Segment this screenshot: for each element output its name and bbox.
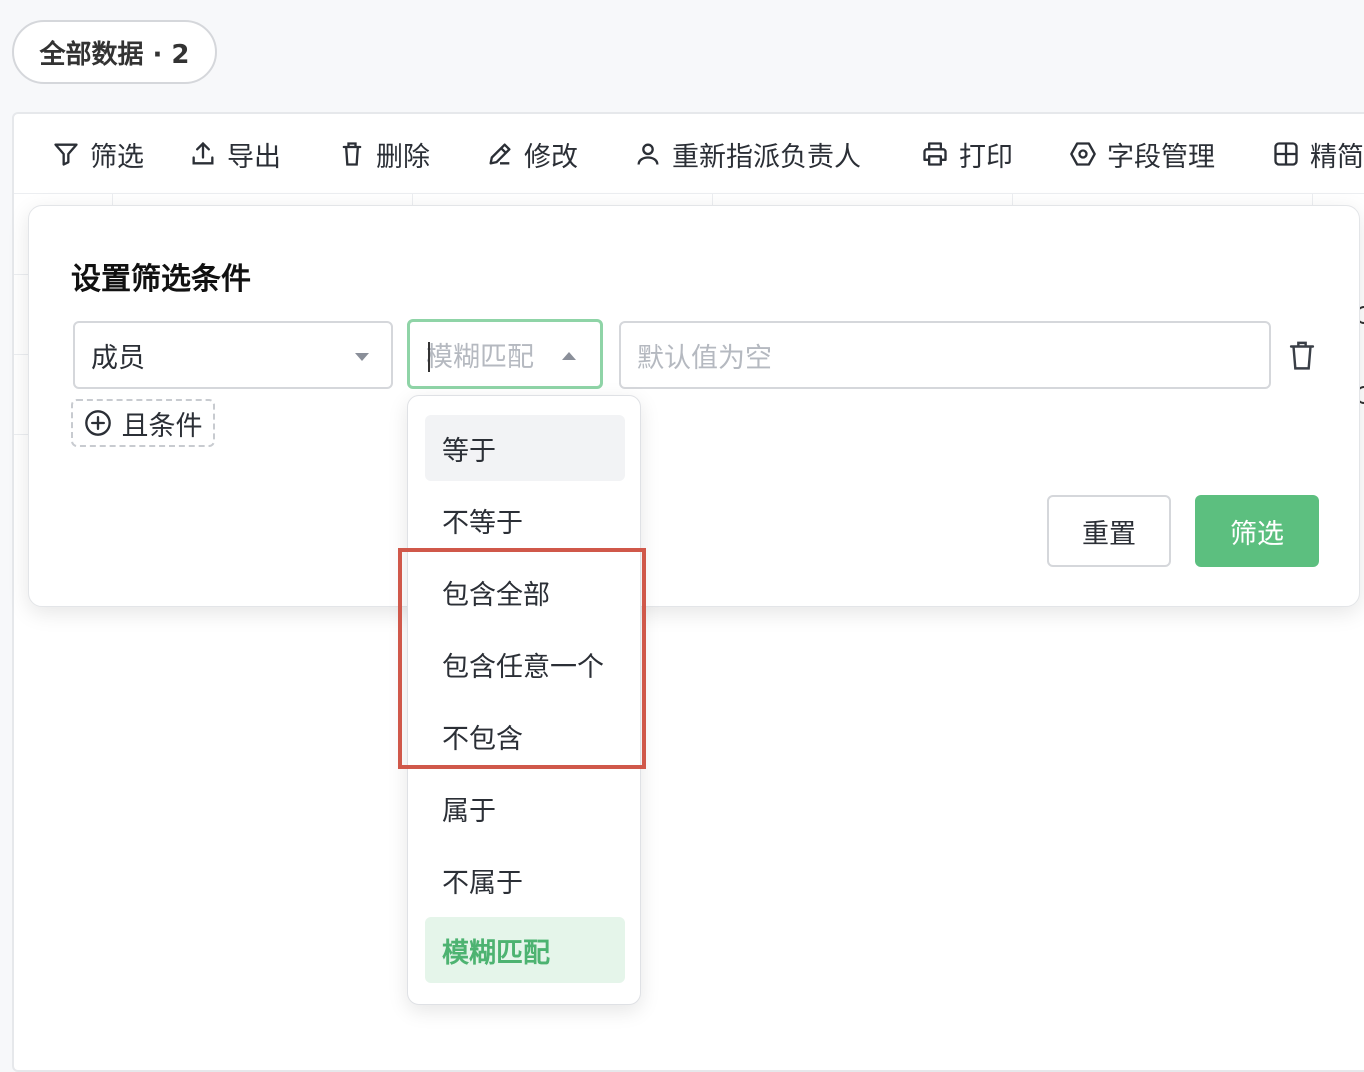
view-all-data-label: 全部数据 · 2	[39, 39, 190, 70]
trash-icon	[342, 142, 362, 166]
operator-option-not-equals[interactable]: 不等于	[425, 487, 625, 553]
add-and-condition-button[interactable]: 且条件	[71, 399, 215, 447]
delete-condition-icon[interactable]	[1287, 338, 1317, 372]
option-label: 等于	[442, 435, 496, 467]
operator-option-fuzzy-match[interactable]: 模糊匹配	[425, 917, 625, 983]
toolbar-reassign-label: 重新指派负责人	[672, 141, 861, 173]
upload-icon	[192, 141, 214, 165]
pencil-icon	[489, 143, 511, 165]
text-cursor	[428, 342, 430, 372]
chevron-down-icon	[355, 353, 369, 361]
operator-option-contains-any[interactable]: 包含任意一个	[425, 631, 625, 697]
field-select[interactable]: 成员	[73, 321, 393, 389]
toolbar-delete-button[interactable]: 删除	[338, 114, 430, 193]
toolbar: 筛选 导出 删除 修改 重新指派负责人 打印 字段管理 精简	[14, 114, 1364, 194]
field-select-value: 成员	[91, 342, 145, 374]
reset-button[interactable]: 重置	[1047, 495, 1171, 567]
toolbar-filter-button[interactable]: 筛选	[52, 114, 144, 193]
printer-icon	[923, 142, 947, 166]
filter-icon	[54, 143, 78, 166]
user-icon	[637, 143, 659, 165]
filter-modal: 设置筛选条件 成员 模糊匹配 默认值为空 且条件 重置 筛选	[28, 205, 1360, 607]
option-label: 包含全部	[442, 579, 550, 611]
apply-filter-button[interactable]: 筛选	[1195, 495, 1319, 567]
reset-button-label: 重置	[1082, 518, 1136, 550]
operator-dropdown: 等于 不等于 包含全部 包含任意一个 不包含 属于 不属于 模糊匹配	[407, 395, 641, 1005]
toolbar-edit-label: 修改	[524, 141, 578, 173]
view-all-data-pill[interactable]: 全部数据 · 2	[12, 20, 217, 84]
operator-option-equals[interactable]: 等于	[425, 415, 625, 481]
chevron-up-icon	[562, 352, 576, 360]
option-label: 不属于	[442, 867, 523, 899]
option-label: 不等于	[442, 507, 523, 539]
add-and-condition-label: 且条件	[121, 410, 203, 442]
value-input-placeholder: 默认值为空	[637, 342, 772, 374]
gear-icon	[1070, 142, 1096, 166]
operator-option-not-belongs-to[interactable]: 不属于	[425, 847, 625, 913]
toolbar-export-label: 导出	[227, 141, 281, 173]
toolbar-edit-button[interactable]: 修改	[486, 114, 578, 193]
toolbar-compact-label: 精简	[1310, 141, 1364, 173]
filter-modal-title: 设置筛选条件	[71, 262, 251, 297]
option-label: 包含任意一个	[442, 651, 604, 683]
operator-select[interactable]: 模糊匹配	[407, 319, 603, 389]
toolbar-field-manage-button[interactable]: 字段管理	[1069, 114, 1215, 193]
value-input[interactable]: 默认值为空	[619, 321, 1271, 389]
operator-select-placeholder: 模糊匹配	[426, 341, 534, 373]
toolbar-print-button[interactable]: 打印	[921, 114, 1013, 193]
toolbar-delete-label: 删除	[376, 141, 430, 173]
operator-option-not-contains[interactable]: 不包含	[425, 703, 625, 769]
toolbar-print-label: 打印	[959, 141, 1013, 173]
option-label: 属于	[442, 795, 496, 827]
apply-filter-button-label: 筛选	[1230, 518, 1284, 550]
option-label: 不包含	[442, 723, 523, 755]
operator-option-contains-all[interactable]: 包含全部	[425, 559, 625, 625]
toolbar-reassign-button[interactable]: 重新指派负责人	[634, 114, 861, 193]
operator-option-belongs-to[interactable]: 属于	[425, 775, 625, 841]
plus-circle-icon	[84, 410, 111, 436]
toolbar-export-button[interactable]: 导出	[189, 114, 281, 193]
option-label: 模糊匹配	[442, 937, 550, 969]
grid-icon	[1274, 142, 1298, 166]
toolbar-filter-label: 筛选	[90, 141, 144, 173]
toolbar-compact-button[interactable]: 精简	[1272, 114, 1364, 193]
toolbar-field-manage-label: 字段管理	[1107, 141, 1215, 173]
